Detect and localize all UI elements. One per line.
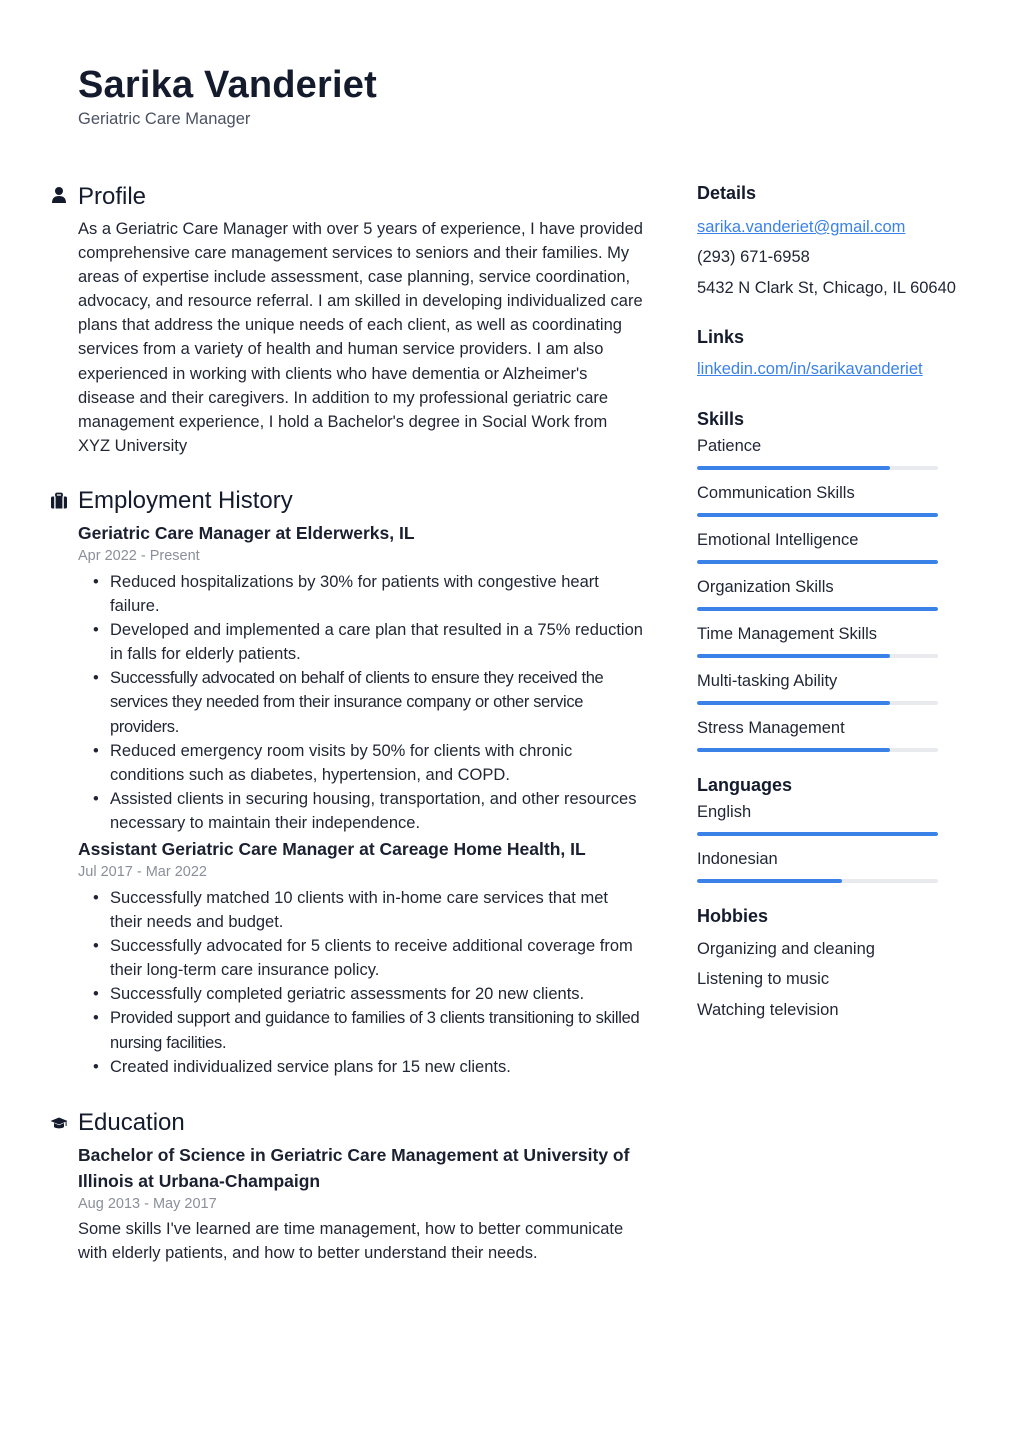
skill-label: Patience	[697, 437, 762, 456]
job-bullet: Successfully advocated on behalf of clie…	[93, 666, 643, 738]
hobby-item: Listening to music	[697, 970, 830, 989]
employment-heading: Employment History	[78, 486, 293, 514]
language-item: English	[697, 800, 967, 837]
skill-level-fill	[697, 560, 938, 565]
hobby-item: Organizing and cleaning	[697, 940, 875, 959]
skill-item: Communication Skills	[697, 481, 967, 518]
job-bullet: Developed and implemented a care plan th…	[93, 618, 643, 666]
job-entry: Geriatric Care Manager at Elderwerks, IL…	[78, 520, 643, 835]
education-heading: Education	[78, 1108, 185, 1136]
skill-level-fill	[697, 701, 890, 706]
profile-section: Profile As a Geriatric Care Manager with…	[52, 180, 643, 458]
candidate-name: Sarika Vanderiet	[78, 64, 377, 106]
language-level-fill	[697, 832, 938, 837]
skill-level-fill	[697, 513, 938, 518]
skill-item: Organization Skills	[697, 575, 967, 612]
links-heading: Links	[697, 326, 745, 347]
skill-level-bar	[697, 701, 938, 706]
job-bullet: Successfully matched 10 clients with in-…	[93, 886, 643, 934]
graduation-cap-icon	[50, 1117, 68, 1129]
education-dates: Aug 2013 - May 2017	[78, 1195, 217, 1212]
skill-level-bar	[697, 654, 938, 659]
employment-section: Employment History Geriatric Care Manage…	[51, 484, 643, 1079]
resume-header: Sarika Vanderiet Geriatric Care Manager	[78, 62, 377, 130]
skill-label: Communication Skills	[697, 484, 855, 503]
language-item: Indonesian	[697, 847, 967, 884]
skill-level-fill	[697, 748, 890, 753]
briefcase-icon	[51, 492, 67, 509]
candidate-title: Geriatric Care Manager	[78, 110, 251, 128]
job-bullet: Successfully completed geriatric assessm…	[93, 982, 643, 1006]
job-bullet: Successfully advocated for 5 clients to …	[93, 934, 643, 982]
hobbies-heading: Hobbies	[697, 906, 769, 927]
skill-level-fill	[697, 466, 890, 471]
links-section: Links linkedin.com/in/sarikavanderiet	[697, 322, 967, 384]
skill-item: Patience	[697, 434, 967, 471]
education-section: Education Bachelor of Science in Geriatr…	[50, 1106, 643, 1265]
skills-list: Patience Communication Skills Emotional In…	[697, 434, 967, 753]
skill-label: Time Management Skills	[697, 625, 878, 644]
hobby-item: Watching television	[697, 1000, 839, 1019]
job-bullet: Reduced emergency room visits by 50% for…	[93, 739, 643, 787]
email-link[interactable]: sarika.vanderiet@gmail.com	[697, 218, 905, 236]
job-title: Assistant Geriatric Care Manager at Care…	[78, 838, 586, 859]
skill-level-bar	[697, 560, 938, 565]
skill-item: Emotional Intelligence	[697, 528, 967, 565]
job-bullets: Successfully matched 10 clients with in-…	[78, 886, 643, 1079]
skill-label: Emotional Intelligence	[697, 531, 859, 550]
skill-label: Stress Management	[697, 719, 845, 738]
profile-heading: Profile	[78, 183, 147, 210]
job-dates: Apr 2022 - Present	[78, 547, 200, 564]
skill-level-fill	[697, 654, 890, 659]
details-section: Details sarika.vanderiet@gmail.com (293)…	[697, 178, 967, 303]
language-level-fill	[697, 879, 842, 884]
education-title: Bachelor of Science in Geriatric Care Ma…	[78, 1144, 630, 1191]
skill-level-bar	[697, 748, 938, 753]
linkedin-link[interactable]: linkedin.com/in/sarikavanderiet	[697, 360, 923, 378]
sidebar-column: Details sarika.vanderiet@gmail.com (293)…	[697, 178, 967, 1043]
skills-heading: Skills	[697, 409, 745, 430]
skill-level-bar	[697, 466, 938, 471]
job-bullet: Provided support and guidance to familie…	[93, 1006, 643, 1054]
job-bullets: Reduced hospitalizations by 30% for pati…	[78, 570, 643, 835]
language-label: English	[697, 803, 752, 822]
languages-section: Languages English Indonesian	[697, 770, 967, 884]
education-description: Some skills I've learned are time manage…	[78, 1219, 624, 1262]
main-column: Profile As a Geriatric Care Manager with…	[50, 180, 643, 1265]
education-entry: Bachelor of Science in Geriatric Care Ma…	[78, 1142, 643, 1265]
hobbies-section: Hobbies Organizing and cleaning Listenin…	[697, 901, 967, 1025]
job-entry: Assistant Geriatric Care Manager at Care…	[78, 836, 643, 1079]
job-bullet: Created individualized service plans for…	[93, 1055, 643, 1079]
user-icon	[52, 187, 66, 203]
details-heading: Details	[697, 183, 757, 203]
skill-item: Stress Management	[697, 716, 967, 753]
job-dates: Jul 2017 - Mar 2022	[78, 863, 207, 880]
skill-level-fill	[697, 607, 938, 612]
languages-heading: Languages	[697, 775, 793, 796]
skill-level-bar	[697, 513, 938, 518]
job-title: Geriatric Care Manager at Elderwerks, IL	[78, 522, 415, 543]
language-label: Indonesian	[697, 850, 778, 869]
language-level-bar	[697, 832, 938, 837]
skill-label: Multi-tasking Ability	[697, 672, 838, 691]
skill-item: Time Management Skills	[697, 622, 967, 659]
job-bullet: Assisted clients in securing housing, tr…	[93, 787, 643, 835]
language-level-bar	[697, 879, 938, 884]
address: 5432 N Clark St, Chicago, IL 60640	[697, 278, 956, 297]
phone-number: (293) 671-6958	[697, 248, 810, 267]
languages-list: English Indonesian	[697, 800, 967, 884]
skills-section: Skills Patience Communication Skills Emoti…	[697, 404, 967, 753]
skill-item: Multi-tasking Ability	[697, 669, 967, 706]
skill-label: Organization Skills	[697, 578, 834, 597]
skill-level-bar	[697, 607, 938, 612]
profile-text: As a Geriatric Care Manager with over 5 …	[78, 220, 643, 455]
job-bullet: Reduced hospitalizations by 30% for pati…	[93, 570, 643, 618]
